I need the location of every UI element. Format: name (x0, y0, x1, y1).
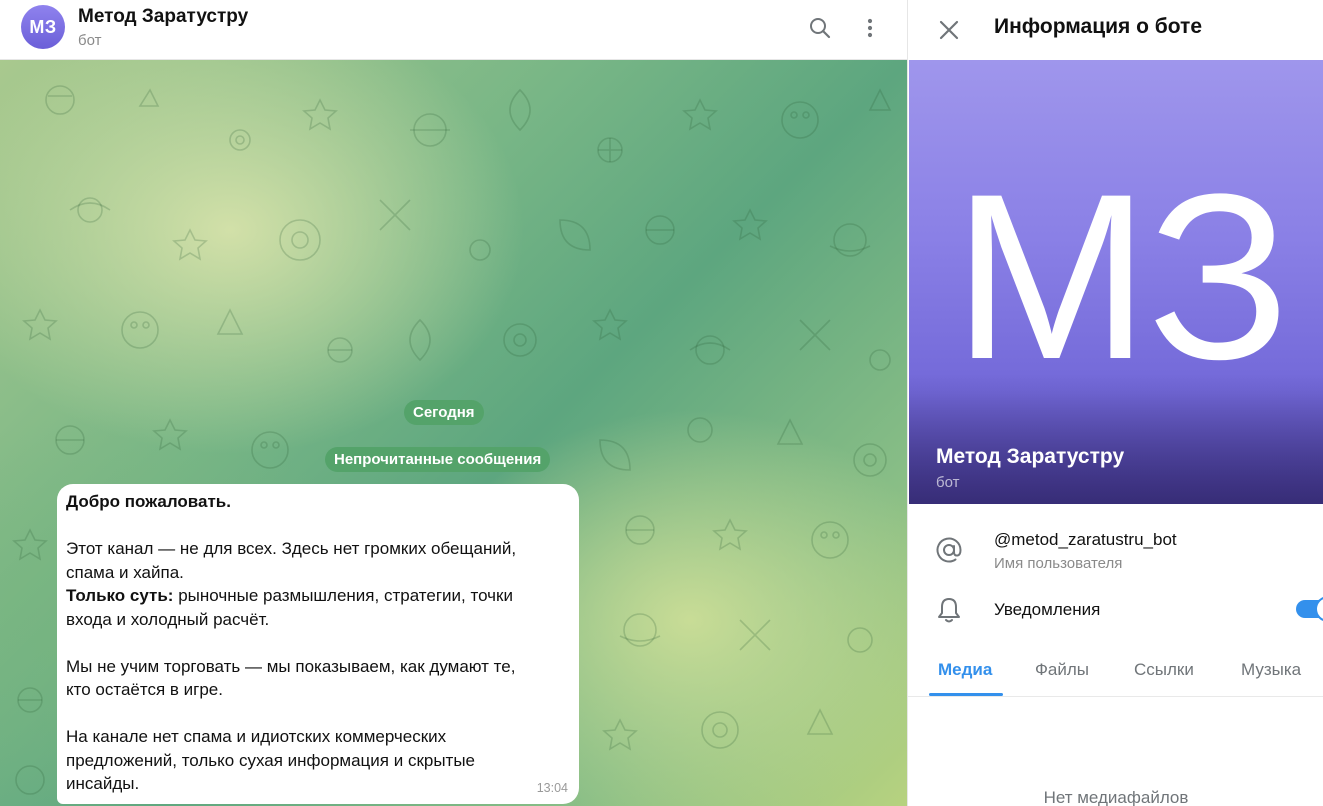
close-icon[interactable] (934, 15, 964, 45)
message-bubble[interactable]: Добро пожаловать. Этот канал — не для вс… (57, 484, 579, 804)
bot-info-panel: Информация о боте МЗ Метод Заратустру бо… (907, 0, 1323, 806)
empty-media-text: Нет медиафайлов (1043, 788, 1189, 806)
cover-subtitle: бот (936, 474, 960, 491)
notifications-toggle[interactable] (1296, 598, 1323, 620)
message-line: Мы не учим торговать — мы показываем, ка… (66, 656, 516, 676)
media-tabs: Медиа Файлы Ссылки Музыка (908, 648, 1323, 697)
more-options-icon[interactable] (856, 14, 884, 42)
username-value: @metod_zaratustru_bot (994, 530, 1177, 549)
notifications-label: Уведомления (994, 600, 1101, 619)
message-line: Этот канал — не для всех. Здесь нет гром… (66, 539, 517, 558)
active-tab-indicator (929, 693, 1003, 696)
side-header: Информация о боте (908, 0, 1323, 60)
message-line: рыночные размышления, стратегии, точки (173, 586, 513, 605)
avatar[interactable]: МЗ (21, 5, 65, 49)
tab-music[interactable]: Музыка (1241, 660, 1301, 680)
username-row[interactable]: @metod_zaratustru_bot Имя пользователя (908, 524, 1323, 580)
tab-links[interactable]: Ссылки (1134, 660, 1194, 680)
cover-initials: МЗ (953, 145, 1290, 409)
bell-icon (935, 596, 963, 624)
tab-media[interactable]: Медиа (938, 660, 992, 680)
tab-files[interactable]: Файлы (1035, 660, 1089, 680)
chat-subtitle: бот (78, 32, 102, 49)
at-sign-icon (935, 536, 963, 564)
message-bold-text: Только суть: (66, 586, 174, 605)
message-line: инсайды. (66, 774, 140, 793)
chat-header: МЗ Метод Заратустру бот (0, 0, 907, 60)
message-line: кто остаётся в игре. (66, 680, 223, 699)
chat-panel: Сегодня Непрочитанные сообщения МЗ Метод… (0, 0, 907, 806)
username-label: Имя пользователя (994, 555, 1123, 572)
message-line: спама и хайпа. (66, 562, 184, 582)
side-title: Информация о боте (994, 15, 1203, 38)
message-time: 13:04 (536, 780, 568, 795)
unread-messages-pill: Непрочитанные сообщения (325, 447, 551, 472)
date-pill: Сегодня (404, 400, 484, 425)
notifications-row[interactable]: Уведомления (908, 592, 1323, 632)
message-line: предложений, только сухая информация и с… (66, 750, 476, 770)
cover-name: Метод Заратустру (936, 445, 1125, 468)
search-icon[interactable] (806, 14, 834, 42)
message-heading: Добро пожаловать. (66, 492, 231, 511)
message-line: входа и холодный расчёт. (66, 609, 270, 629)
chat-title[interactable]: Метод Заратустру (78, 6, 248, 28)
profile-cover[interactable]: МЗ Метод Заратустру бот (909, 60, 1323, 504)
message-line: На канале нет спама и идиотских коммерче… (66, 727, 447, 746)
